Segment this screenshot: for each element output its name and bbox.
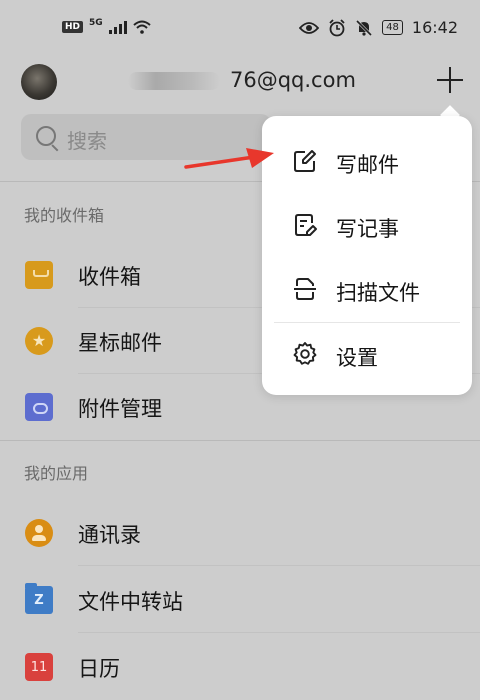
list-item-label: 文件中转站 [78, 590, 183, 614]
annotation-arrow-icon [184, 148, 274, 169]
email-redaction [128, 72, 220, 90]
list-item-label: 星标邮件 [78, 331, 162, 355]
divider [0, 440, 480, 441]
status-bar: HD 5G 48 16:42 [0, 0, 480, 60]
attachment-icon [25, 393, 53, 421]
list-item-label: 收件箱 [78, 265, 141, 289]
folder-icon: Z [25, 583, 53, 614]
menu-item-settings[interactable]: 设置 [262, 323, 472, 387]
alarm-icon [329, 18, 345, 36]
signal-icon [108, 20, 127, 34]
search-placeholder: 搜索 [67, 129, 107, 153]
list-item-label: 附件管理 [78, 397, 162, 421]
list-item-contacts[interactable]: 通讯录 [0, 500, 480, 566]
compose-pen-icon [294, 150, 316, 172]
mute-bell-icon [356, 19, 373, 36]
section-title-apps: 我的应用 [24, 464, 89, 483]
divider [78, 632, 480, 633]
avatar[interactable] [21, 64, 57, 100]
list-item-label: 日历 [78, 657, 120, 681]
section-title-inbox: 我的收件箱 [24, 206, 105, 225]
wifi-icon [133, 20, 151, 34]
add-menu-popup: 写邮件 写记事 扫描文件 设置 [262, 116, 472, 395]
menu-item-label: 设置 [336, 346, 378, 370]
network-label: 5G [89, 18, 103, 28]
inbox-tray-icon [25, 261, 53, 289]
search-icon [36, 126, 56, 146]
star-icon: ★ [25, 327, 53, 355]
status-left: HD 5G [62, 18, 151, 34]
note-edit-icon [295, 214, 317, 236]
eye-comfort-icon [299, 21, 320, 34]
scan-document-icon [294, 278, 316, 300]
menu-item-label: 写邮件 [336, 153, 399, 177]
divider [78, 565, 480, 566]
list-item-label: 通讯录 [78, 523, 141, 547]
menu-item-scan[interactable]: 扫描文件 [262, 258, 472, 322]
menu-item-note[interactable]: 写记事 [262, 194, 472, 258]
menu-item-label: 扫描文件 [336, 281, 420, 305]
status-right: 48 16:42 [299, 18, 458, 37]
contacts-icon [25, 519, 53, 547]
list-item-calendar[interactable]: 11 日历 [0, 634, 480, 700]
battery-icon: 48 [382, 20, 403, 35]
calendar-icon: 11 [25, 653, 53, 681]
status-time: 16:42 [411, 18, 458, 37]
menu-item-label: 写记事 [336, 217, 399, 241]
account-email[interactable]: 76@qq.com [230, 68, 356, 92]
add-button[interactable] [434, 64, 466, 96]
hd-badge: HD [62, 21, 84, 33]
list-item-file-transfer[interactable]: Z 文件中转站 [0, 567, 480, 633]
account-header: 76@qq.com [0, 60, 480, 108]
menu-item-compose[interactable]: 写邮件 [262, 130, 472, 194]
gear-icon [293, 342, 317, 365]
